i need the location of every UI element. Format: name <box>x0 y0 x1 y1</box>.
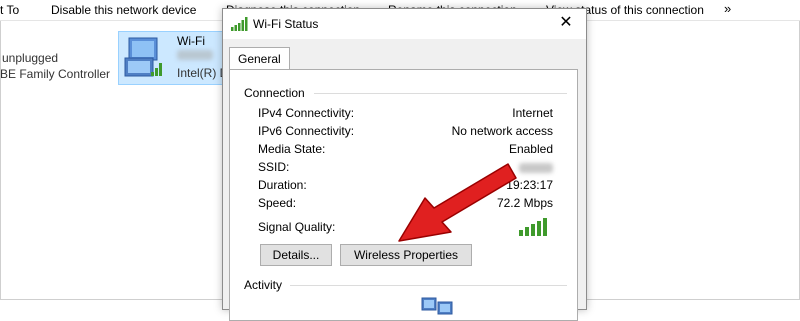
signal-quality-icon <box>519 218 547 236</box>
wireless-properties-button[interactable]: Wireless Properties <box>340 244 472 266</box>
connection-group-label: Connection <box>244 86 309 100</box>
ssid-value-blurred <box>519 163 553 173</box>
adapter-status: unplugged <box>2 51 59 65</box>
toolbar-connect-to[interactable]: t To <box>0 3 19 17</box>
ipv6-label: IPv6 Connectivity: <box>258 124 355 138</box>
dialog-title: Wi-Fi Status <box>253 17 319 31</box>
adapter-device: BE Family Controller <box>0 67 111 81</box>
duration-label: Duration: <box>258 178 307 192</box>
toolbar-disable-device[interactable]: Disable this network device <box>51 3 196 17</box>
wifi-ssid-blurred <box>177 50 213 60</box>
close-button[interactable]: ✕ <box>556 13 576 33</box>
signal-strength-icon <box>231 17 248 31</box>
ipv4-label: IPv4 Connectivity: <box>258 106 355 120</box>
ipv6-value: No network access <box>451 124 553 138</box>
speed-label: Speed: <box>258 196 297 210</box>
general-panel: Connection IPv4 Connectivity: Internet I… <box>229 69 578 321</box>
media-state-value: Enabled <box>508 142 553 156</box>
speed-value: 72.2 Mbps <box>496 196 553 210</box>
wifi-adapter-item[interactable]: Wi-Fi Intel(R) D <box>118 31 228 85</box>
activity-group-divider <box>290 285 567 286</box>
ssid-label: SSID: <box>258 160 290 174</box>
media-state-label: Media State: <box>258 142 326 156</box>
wifi-adapter-device: Intel(R) D <box>177 66 229 80</box>
ethernet-adapter-item[interactable]: unplugged BE Family Controller <box>0 50 110 82</box>
network-adapter-icon <box>124 37 162 77</box>
dialog-titlebar[interactable]: Wi-Fi Status ✕ <box>223 9 586 39</box>
network-activity-icon <box>421 297 453 315</box>
duration-value: 19:23:17 <box>506 178 553 192</box>
wifi-status-dialog: Wi-Fi Status ✕ General Connection IPv4 C… <box>222 8 587 321</box>
ipv4-value: Internet <box>512 106 553 120</box>
wifi-adapter-name: Wi-Fi <box>177 34 205 48</box>
activity-group-label: Activity <box>244 278 287 292</box>
signal-quality-label: Signal Quality: <box>258 220 336 234</box>
toolbar-more-chevron-icon[interactable]: » <box>724 1 731 16</box>
details-button[interactable]: Details... <box>260 244 332 266</box>
tab-general[interactable]: General <box>229 47 290 70</box>
connection-group-divider <box>314 93 567 94</box>
